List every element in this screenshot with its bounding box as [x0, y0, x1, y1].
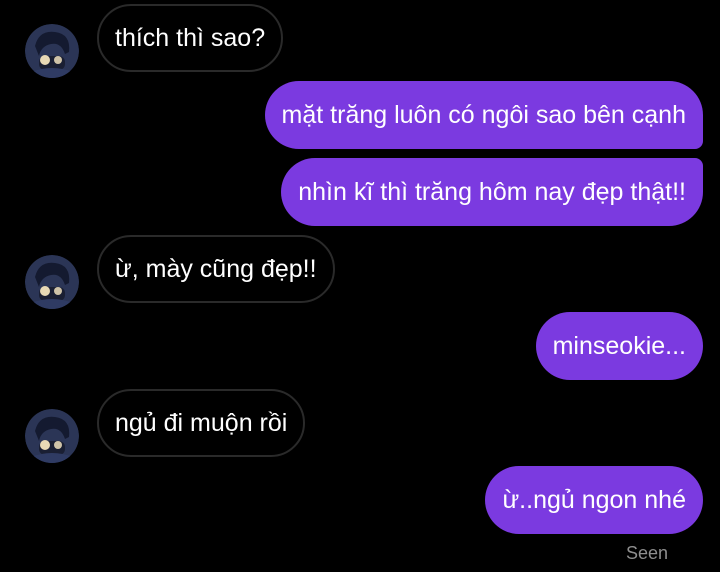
contact-avatar[interactable] — [25, 255, 79, 309]
message-text: nhìn kĩ thì trăng hôm nay đẹp thật!! — [298, 178, 686, 206]
message-text: ngủ đi muộn rồi — [115, 409, 288, 437]
received-message[interactable]: thích thì sao? — [97, 4, 284, 72]
message-text: ừ, mày cũng đẹp!! — [115, 255, 317, 283]
message-text: minseokie... — [552, 332, 686, 360]
sent-message[interactable]: minseokie... — [535, 312, 703, 380]
sent-message[interactable]: mặt trăng luôn có ngôi sao bên cạnh — [264, 81, 703, 149]
sent-message[interactable]: nhìn kĩ thì trăng hôm nay đẹp thật!! — [281, 158, 703, 226]
sent-message[interactable]: ừ..ngủ ngon nhé — [485, 466, 703, 534]
message-text: mặt trăng luôn có ngôi sao bên cạnh — [281, 101, 686, 129]
contact-avatar[interactable] — [25, 409, 79, 463]
message-text: thích thì sao? — [115, 24, 266, 52]
seen-status: Seen — [625, 543, 668, 563]
received-message[interactable]: ngủ đi muộn rồi — [97, 389, 306, 457]
contact-avatar[interactable] — [25, 24, 79, 78]
received-message[interactable]: ừ, mày cũng đẹp!! — [97, 235, 335, 303]
message-text: ừ..ngủ ngon nhé — [502, 486, 686, 514]
